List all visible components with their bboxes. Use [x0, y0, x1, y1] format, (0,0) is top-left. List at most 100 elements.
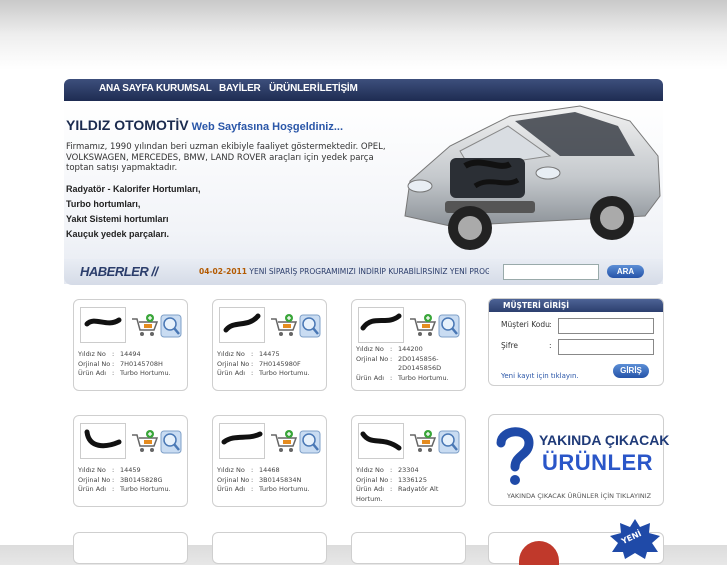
product-name: Turbo Hortumu.: [120, 369, 171, 377]
product-thumbnail[interactable]: [358, 423, 404, 459]
add-to-cart-icon[interactable]: [410, 314, 437, 336]
upcoming-title-line2: ÜRÜNLER: [542, 450, 654, 475]
colon: :: [390, 373, 393, 382]
login-button[interactable]: GİRİŞ: [613, 364, 649, 378]
news-ticker[interactable]: 04-02-2011 YENİ SİPARİŞ PROGRAMIMIZI İND…: [199, 267, 489, 276]
code-label: Yıldız No: [78, 350, 106, 358]
nav-urunler[interactable]: ÜRÜNLER: [269, 83, 317, 94]
add-to-cart-icon[interactable]: [132, 430, 159, 452]
product-oem: 2D0145856-2D0145856D: [398, 354, 442, 373]
magnifier-icon[interactable]: [438, 314, 460, 338]
hero-section: YILDIZ OTOMOTİV Web Sayfasına Hoşgeldiniz…: [64, 101, 663, 284]
feature-item: Turbo hortumları,: [66, 199, 141, 209]
oem-label: Orjinal No: [78, 475, 111, 484]
news-heading: HABERLER //: [80, 264, 158, 279]
product-info: Yıldız No:23304 Orjinal No:1336125 Ürün Ad…: [356, 466, 465, 504]
product-name: Turbo Hortumu.: [259, 485, 310, 493]
code-label: Yıldız No: [78, 466, 106, 474]
product-thumbnail[interactable]: [219, 307, 265, 343]
product-thumbnail[interactable]: [80, 307, 126, 343]
nav-iletisim[interactable]: İLETİŞİM: [317, 83, 358, 94]
product-card[interactable]: Yıldız No:14475 Orjinal No:7H0145980F Ürün…: [212, 299, 327, 391]
nav-bayiler[interactable]: BAYİLER: [219, 83, 261, 94]
product-code: 14494: [120, 350, 141, 358]
product-info: Yıldız No:144200 Orjinal No:2D0145856-2D0…: [356, 345, 460, 383]
colon: :: [112, 369, 115, 377]
colon: :: [112, 350, 115, 358]
magnifier-icon[interactable]: [299, 430, 321, 454]
product-card-partial: [351, 532, 466, 564]
feature-item: Kauçuk yedek parçaları.: [66, 229, 170, 239]
product-code: 14475: [259, 350, 280, 358]
feature-item: Radyatör - Kalorifer Hortumları,: [66, 184, 201, 194]
product-code: 23304: [398, 466, 419, 474]
upcoming-title-line1: YAKINDA ÇIKACAK: [539, 432, 670, 448]
feature-item: Yakıt Sistemi hortumları: [66, 214, 169, 224]
password-input[interactable]: [558, 339, 654, 355]
magnifier-icon[interactable]: [299, 314, 321, 338]
register-link[interactable]: Yeni kayıt için tıklayın.: [501, 372, 579, 380]
new-products-banner-partial: YENİ: [488, 519, 664, 565]
intro-text: Firmamız, 1990 yılından beri uzman ekibi…: [66, 142, 386, 173]
customer-code-input[interactable]: [558, 318, 654, 334]
colon: :: [390, 485, 393, 493]
product-card[interactable]: Yıldız No:23304 Orjinal No:1336125 Ürün Ad…: [351, 415, 466, 507]
oem-label: Orjinal No: [356, 475, 389, 484]
add-to-cart-icon[interactable]: [132, 314, 159, 336]
upcoming-products-banner[interactable]: YAKINDA ÇIKACAK ÜRÜNLER YAKINDA ÇIKACAK …: [488, 414, 669, 506]
add-to-cart-icon[interactable]: [410, 430, 437, 452]
code-label: Yıldız No: [217, 466, 245, 474]
code-label: Yıldız No: [217, 350, 245, 358]
add-to-cart-icon[interactable]: [271, 430, 298, 452]
nav-kurumsal[interactable]: KURUMSAL: [156, 83, 212, 94]
product-name: Turbo Hortumu.: [398, 373, 449, 382]
news-date: 04-02-2011: [199, 267, 247, 276]
oem-label: Orjinal No: [78, 359, 111, 368]
search-button[interactable]: ARA: [607, 265, 644, 278]
nav-anasayfa[interactable]: ANA SAYFA: [99, 83, 154, 94]
product-thumbnail[interactable]: [358, 307, 404, 343]
product-oem: 7H0145708H: [120, 359, 163, 368]
password-label: Şifre: [501, 341, 519, 350]
product-actions: [271, 430, 321, 454]
news-bar: HABERLER // 04-02-2011 YENİ SİPARİŞ PROG…: [64, 259, 663, 285]
colon: :: [251, 369, 254, 377]
colon: :: [112, 485, 115, 493]
product-card[interactable]: Yıldız No:14494 Orjinal No:7H0145708H Ürün…: [73, 299, 188, 391]
product-actions: [410, 314, 460, 338]
product-name: Turbo Hortumu.: [120, 485, 171, 493]
upcoming-link[interactable]: YAKINDA ÇIKACAK ÜRÜNLER İÇİN TIKLAYINIZ: [507, 492, 651, 500]
colon: :: [112, 475, 115, 484]
car-illustration: [404, 105, 661, 250]
login-box: MÜŞTERİ GİRİŞİ Müşteri Kodu : Şifre : Gİ…: [488, 298, 664, 386]
colon: :: [251, 466, 254, 474]
product-oem: 3B0145834N: [259, 475, 302, 484]
name-label: Ürün Adı: [78, 369, 106, 377]
product-code: 14468: [259, 466, 280, 474]
colon: :: [251, 359, 254, 368]
search-input[interactable]: [503, 264, 599, 280]
oem-label: Orjinal No: [356, 354, 389, 363]
customer-code-label: Müşteri Kodu: [501, 320, 550, 329]
name-label: Ürün Adı: [217, 485, 245, 493]
product-card[interactable]: Yıldız No:14468 Orjinal No:3B0145834N Ürün…: [212, 415, 327, 507]
product-actions: [271, 314, 321, 338]
colon: :: [112, 466, 115, 474]
product-card[interactable]: Yıldız No:144200 Orjinal No:2D0145856-2D0…: [351, 299, 466, 391]
magnifier-icon[interactable]: [438, 430, 460, 454]
name-label: Ürün Adı: [78, 485, 106, 493]
oem-label: Orjinal No: [217, 475, 250, 484]
product-card[interactable]: Yıldız No:14459 Orjinal No:3B0145828G Ürün…: [73, 415, 188, 507]
magnifier-icon[interactable]: [160, 430, 182, 454]
product-thumbnail[interactable]: [219, 423, 265, 459]
oem-label: Orjinal No: [217, 359, 250, 368]
product-name: Turbo Hortumu.: [259, 369, 310, 377]
name-label: Ürün Adı: [356, 373, 384, 382]
colon: :: [251, 475, 254, 484]
add-to-cart-icon[interactable]: [271, 314, 298, 336]
product-thumbnail[interactable]: [80, 423, 126, 459]
product-code: 14459: [120, 466, 141, 474]
news-text: YENİ SİPARİŞ PROGRAMIMIZI İNDİRİP KURABİ…: [249, 267, 489, 276]
product-card-partial: [73, 532, 188, 564]
magnifier-icon[interactable]: [160, 314, 182, 338]
